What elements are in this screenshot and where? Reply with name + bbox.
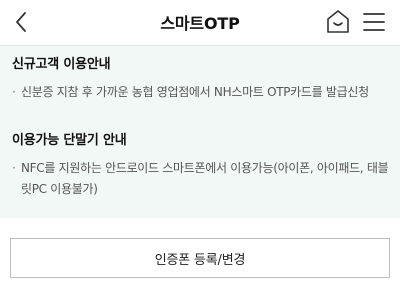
top-app-bar: 스마트OTP: [0, 0, 400, 46]
notice-panel: 신규고객 이용안내 신분증 지참 후 가까운 농협 영업점에서 NH스마트 OT…: [0, 46, 400, 218]
new-customer-section: 신규고객 이용안내 신분증 지참 후 가까운 농협 영업점에서 NH스마트 OT…: [12, 56, 392, 103]
notice-item: 신분증 지참 후 가까운 농협 영업점에서 NH스마트 OTP카드를 발급신청: [12, 82, 392, 103]
register-phone-button[interactable]: 인증폰 등록/변경: [10, 238, 390, 278]
home-icon[interactable]: [326, 9, 350, 35]
supported-devices-section: 이용가능 단말기 안내 NFC를 지원하는 안드로이드 스마트폰에서 이용가능(…: [12, 132, 392, 200]
section-title: 신규고객 이용안내: [12, 57, 111, 72]
hamburger-menu-icon[interactable]: [362, 10, 386, 34]
notice-item: NFC를 지원하는 안드로이드 스마트폰에서 이용가능(아이폰, 아이패드, 태…: [12, 158, 392, 200]
section-title: 이용가능 단말기 안내: [12, 133, 127, 148]
